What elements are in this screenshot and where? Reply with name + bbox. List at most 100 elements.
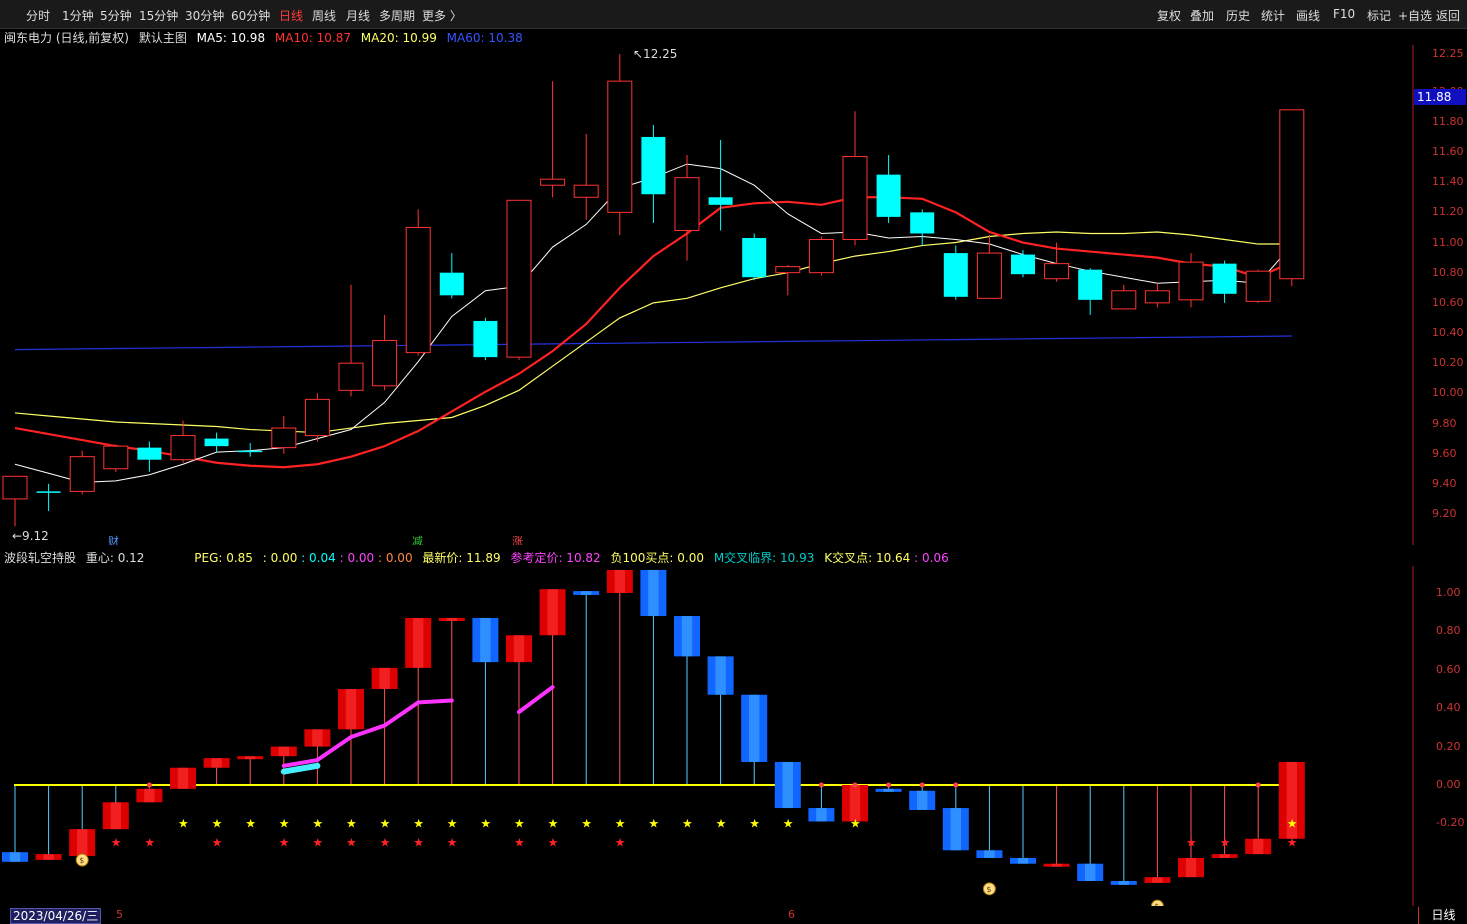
zero-dot <box>852 782 858 788</box>
candle-body-up <box>1178 261 1204 301</box>
candle-body-up <box>775 266 801 274</box>
candle-body-up <box>1279 109 1305 280</box>
candle-body-up <box>372 340 398 387</box>
price-tick: 12.25 <box>1432 47 1464 60</box>
candle-body-up <box>976 252 1002 299</box>
period-1[interactable]: 1分钟 <box>62 7 94 24</box>
main-chart-header: 闽东电力 (日线,前复权) 默认主图 MA5: 10.98 MA10: 10.8… <box>4 29 529 46</box>
last-price-badge: 11.88 <box>1414 89 1466 105</box>
toolbar-action-5[interactable]: F10 <box>1333 7 1355 21</box>
price-tick: 9.60 <box>1432 446 1457 460</box>
indicator-bar <box>203 758 230 768</box>
candle-body-down <box>1212 263 1237 294</box>
indicator-name[interactable]: 波段轧空持股 <box>4 551 76 565</box>
indicator-ref: 参考定价: 10.82 <box>510 551 601 565</box>
buy-star: ★ <box>212 816 223 830</box>
indicator-bar <box>69 829 96 857</box>
indicator-bar <box>304 729 331 747</box>
period-9[interactable]: 多周期 <box>379 7 415 24</box>
candle-body-down <box>943 253 968 297</box>
bar-shine <box>1118 881 1129 885</box>
toolbar-action-3[interactable]: 统计 <box>1261 7 1285 24</box>
indicator-bar <box>102 802 129 830</box>
price-tick: 10.80 <box>1432 265 1464 279</box>
indicator-bar <box>1178 857 1204 878</box>
period-indicator[interactable]: 日线 <box>1418 907 1467 924</box>
indicator-bar <box>909 790 936 810</box>
period-8[interactable]: 月线 <box>346 7 370 24</box>
candle-body-down <box>36 491 61 493</box>
candle-body-down <box>742 238 767 278</box>
buy-star: ★ <box>413 816 424 830</box>
sell-star: ★ <box>1287 836 1298 850</box>
period-4[interactable]: 30分钟 <box>185 7 224 24</box>
toolbar-action-4[interactable]: 画线 <box>1296 7 1320 24</box>
indicator-bar <box>35 854 62 860</box>
bar-shine <box>648 569 659 617</box>
toolbar-action-7[interactable]: +自选 <box>1398 7 1432 24</box>
candle-body-up <box>607 80 633 213</box>
period-0[interactable]: 分时 <box>26 7 50 24</box>
indicator-chart[interactable]: ★ ★ ★ ★ ★ ★ ★ ★ ★ ★ ★ ★ ★ ★ ★ ★ ★ ★ ★ ★ ★ ★ ★ ★ ★ ★ ★ ★ ★ ★ ★ ★ ★ ★ ★ ★ $ $ $ <box>0 566 1414 906</box>
month-tick-may: 5 <box>116 908 123 921</box>
bar-shine <box>1152 877 1163 883</box>
bar-shine <box>144 788 155 803</box>
money-bag-sign: $ <box>79 856 84 865</box>
sell-star: ★ <box>548 836 559 850</box>
bar-shine <box>715 656 726 695</box>
indicator-bar <box>741 694 768 762</box>
price-tick: 11.60 <box>1432 145 1464 159</box>
ma60-label: MA60: 10.38 <box>446 31 523 45</box>
candle-body-up <box>338 362 364 391</box>
sell-star: ★ <box>346 836 357 850</box>
period-10[interactable]: 更多 〉 <box>422 7 462 24</box>
period-5[interactable]: 60分钟 <box>231 7 270 24</box>
candle-body-up <box>405 226 431 354</box>
candle-body-up <box>506 199 532 358</box>
bar-shine <box>581 591 592 595</box>
toolbar-action-1[interactable]: 叠加 <box>1190 7 1214 24</box>
bar-shine <box>1051 863 1062 867</box>
indicator-latest: 最新价: 11.89 <box>422 551 501 565</box>
money-bag-sign: $ <box>1154 902 1159 906</box>
magenta-curve <box>517 685 555 715</box>
bar-shine <box>345 689 357 730</box>
bar-shine <box>43 854 54 860</box>
cursor-date: 2023/04/26/三 <box>10 908 102 924</box>
indicator-bar <box>976 850 1003 858</box>
bar-shine <box>177 767 189 789</box>
period-7[interactable]: 周线 <box>312 7 336 24</box>
bar-shine <box>1219 854 1230 858</box>
indicator-bar <box>875 788 902 792</box>
indicator-bar <box>573 591 600 595</box>
indicator-bar <box>1043 863 1070 867</box>
toolbar-action-8[interactable]: 返回 <box>1436 7 1460 24</box>
money-bag-icon: $ <box>1150 899 1164 906</box>
bar-shine <box>816 808 827 822</box>
toolbar-action-2[interactable]: 历史 <box>1226 7 1250 24</box>
toolbar-action-0[interactable]: 复权 <box>1157 7 1181 24</box>
zero-dot <box>953 782 959 788</box>
indicator-bar <box>371 667 398 689</box>
indicator-bar <box>1010 857 1036 864</box>
template-selector[interactable]: 默认主图 <box>139 31 187 45</box>
price-tick: 11.20 <box>1432 205 1464 219</box>
sell-star: ★ <box>312 836 323 850</box>
bar-shine <box>1253 838 1264 855</box>
period-2[interactable]: 5分钟 <box>100 7 132 24</box>
period-3[interactable]: 15分钟 <box>139 7 178 24</box>
indicator-bar <box>640 569 667 617</box>
indicator-header: 波段轧空持股 重心: 0.12 PEG: 0.85 : 0.00 : 0.04 … <box>4 549 955 566</box>
toolbar-action-6[interactable]: 标记 <box>1367 7 1391 24</box>
candlestick-chart[interactable]: ↖12.25 ←9.12 财 减 涨 <box>0 45 1414 545</box>
candle-body-down <box>708 197 733 205</box>
candle-body-up <box>1044 263 1070 280</box>
indicator-bar <box>2 852 28 862</box>
sell-star: ★ <box>1220 836 1231 850</box>
candle-body-up <box>540 178 566 186</box>
buy-star: ★ <box>514 816 525 830</box>
period-6[interactable]: 日线 <box>279 7 303 24</box>
candle-body-up <box>271 427 297 449</box>
sell-star: ★ <box>111 836 122 850</box>
indicator-tick: 0.20 <box>1436 739 1461 753</box>
